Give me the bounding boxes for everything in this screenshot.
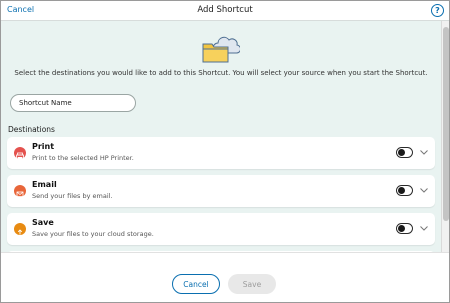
toggle-knob — [398, 225, 405, 232]
destination-title: Print — [32, 142, 55, 151]
email-icon — [14, 185, 26, 197]
chevron-down-icon[interactable] — [419, 223, 429, 233]
instructions-text: Select the destinations you would like t… — [14, 69, 428, 77]
header-bar: Cancel Add Shortcut ? — [1, 1, 449, 21]
toggle-knob — [398, 187, 405, 194]
destination-description: Send your files by email. — [32, 192, 113, 200]
shortcut-name-input[interactable] — [10, 94, 136, 112]
main-content: Select the destinations you would like t… — [1, 21, 441, 252]
help-icon[interactable]: ? — [431, 4, 444, 17]
printer-icon — [14, 147, 26, 159]
destination-card-email[interactable]: Email Send your files by email. — [7, 175, 435, 207]
cloud-upload-icon — [14, 223, 26, 235]
folder-cloud-icon — [202, 36, 240, 63]
destination-description: Save your files to your cloud storage. — [32, 230, 154, 238]
chevron-down-icon[interactable] — [419, 185, 429, 195]
scrollbar-thumb[interactable] — [443, 27, 449, 221]
email-toggle[interactable] — [396, 185, 413, 196]
vertical-scrollbar[interactable] — [441, 21, 449, 252]
save-toggle[interactable] — [396, 223, 413, 234]
destinations-heading: Destinations — [8, 125, 55, 134]
save-button[interactable]: Save — [228, 274, 276, 294]
destination-card-print[interactable]: Print Print to the selected HP Printer. — [7, 137, 435, 169]
print-toggle[interactable] — [396, 147, 413, 158]
chevron-down-icon[interactable] — [419, 147, 429, 157]
toggle-knob — [398, 149, 405, 156]
page-title: Add Shortcut — [197, 5, 253, 15]
destination-description: Print to the selected HP Printer. — [32, 154, 134, 162]
footer-bar: Cancel Save — [1, 252, 449, 302]
destination-card-save[interactable]: Save Save your files to your cloud stora… — [7, 213, 435, 245]
cancel-button[interactable]: Cancel — [172, 274, 220, 294]
add-shortcut-window: Cancel Add Shortcut ? Select the destina… — [0, 0, 450, 303]
destination-title: Save — [32, 218, 54, 227]
destination-title: Email — [32, 180, 57, 189]
